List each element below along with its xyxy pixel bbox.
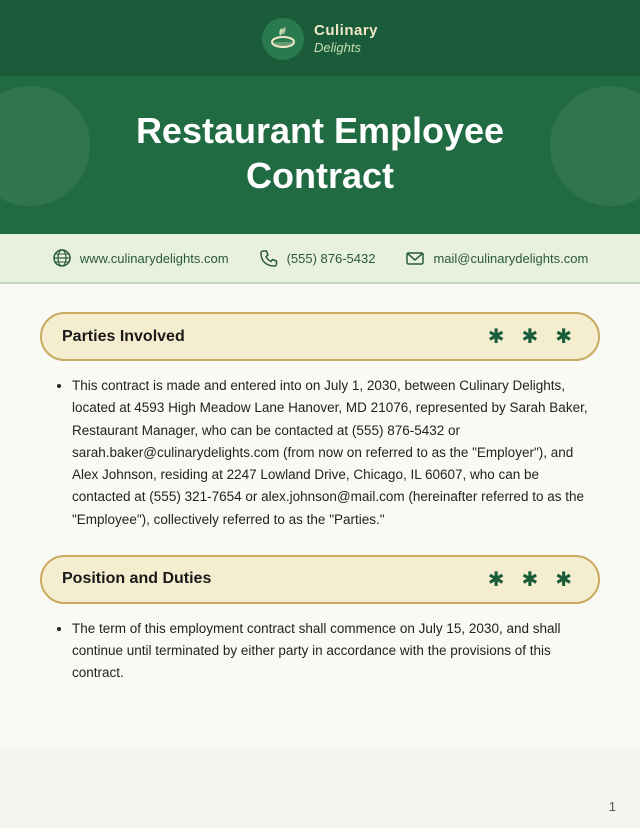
globe-icon xyxy=(52,248,72,268)
phone-icon xyxy=(259,248,279,268)
page-number: 1 xyxy=(609,799,616,814)
contact-website: www.culinarydelights.com xyxy=(52,248,229,268)
section-parties-stars: ✱ ✱ ✱ xyxy=(488,324,578,349)
section-position-title: Position and Duties xyxy=(62,570,211,588)
email-icon xyxy=(405,248,425,268)
logo-culinary-label: Culinary xyxy=(314,22,378,40)
section-position: Position and Duties ✱ ✱ ✱ The term of th… xyxy=(40,555,600,685)
section-position-header: Position and Duties ✱ ✱ ✱ xyxy=(40,555,600,604)
phone-text: (555) 876-5432 xyxy=(287,251,376,266)
list-item: The term of this employment contract sha… xyxy=(72,618,592,685)
website-text: www.culinarydelights.com xyxy=(80,251,229,266)
title-banner: Restaurant Employee Contract xyxy=(0,76,640,234)
page-title: Restaurant Employee Contract xyxy=(60,108,580,198)
section-parties-body: This contract is made and entered into o… xyxy=(40,375,600,531)
contact-bar: www.culinarydelights.com (555) 876-5432 … xyxy=(0,234,640,284)
page-header: Culinary Delights xyxy=(0,0,640,76)
section-position-body: The term of this employment contract sha… xyxy=(40,618,600,685)
section-parties-title: Parties Involved xyxy=(62,328,185,346)
section-position-stars: ✱ ✱ ✱ xyxy=(488,567,578,592)
contact-email: mail@culinarydelights.com xyxy=(405,248,588,268)
contact-phone: (555) 876-5432 xyxy=(259,248,376,268)
logo-text: Culinary Delights xyxy=(314,22,378,56)
section-parties: Parties Involved ✱ ✱ ✱ This contract is … xyxy=(40,312,600,531)
logo-icon xyxy=(262,18,304,60)
email-text: mail@culinarydelights.com xyxy=(433,251,588,266)
section-parties-header: Parties Involved ✱ ✱ ✱ xyxy=(40,312,600,361)
logo-delights-label: Delights xyxy=(314,40,378,56)
list-item: This contract is made and entered into o… xyxy=(72,375,592,531)
main-content: Parties Involved ✱ ✱ ✱ This contract is … xyxy=(0,284,640,749)
